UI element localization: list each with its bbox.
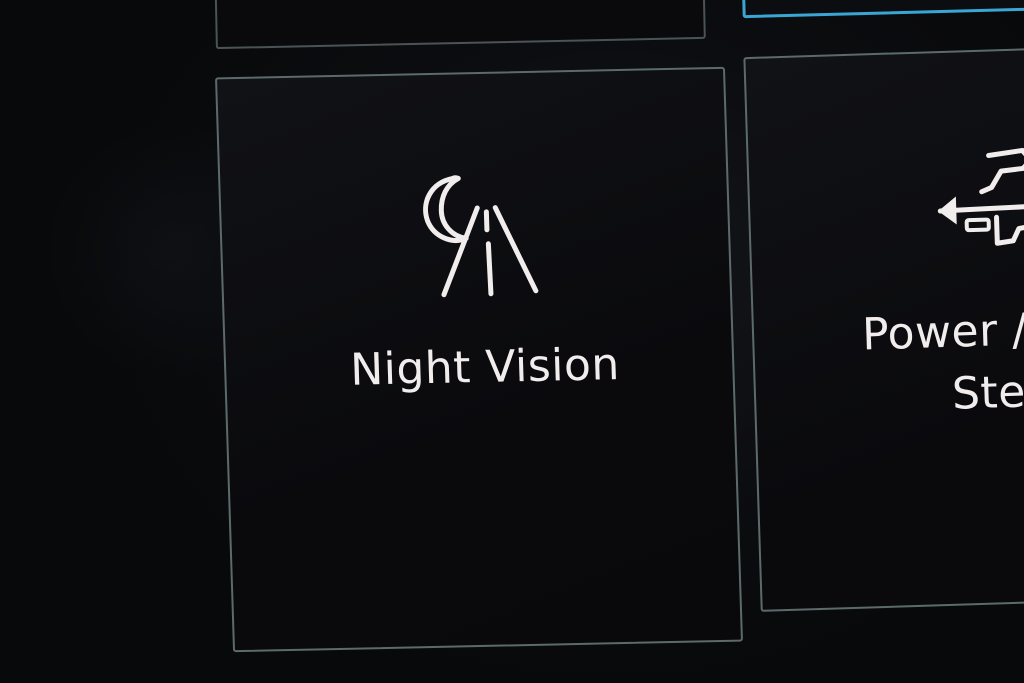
night-vision-icon	[423, 175, 539, 298]
tile-top-left[interactable]	[214, 0, 706, 50]
night-vision-label: Night Vision	[349, 339, 621, 396]
power-steering-tile[interactable]: Power / Ste	[743, 47, 1024, 612]
steering-arrows-icon	[937, 147, 1024, 246]
power-steering-label-line2: Ste	[951, 366, 1024, 420]
tile-top-right-selected[interactable]	[741, 0, 1024, 19]
power-steering-label-line1: Power /	[861, 304, 1024, 361]
infotainment-screen: Night Vision Power / Ste	[0, 0, 1024, 683]
night-vision-tile[interactable]: Night Vision	[215, 66, 743, 653]
